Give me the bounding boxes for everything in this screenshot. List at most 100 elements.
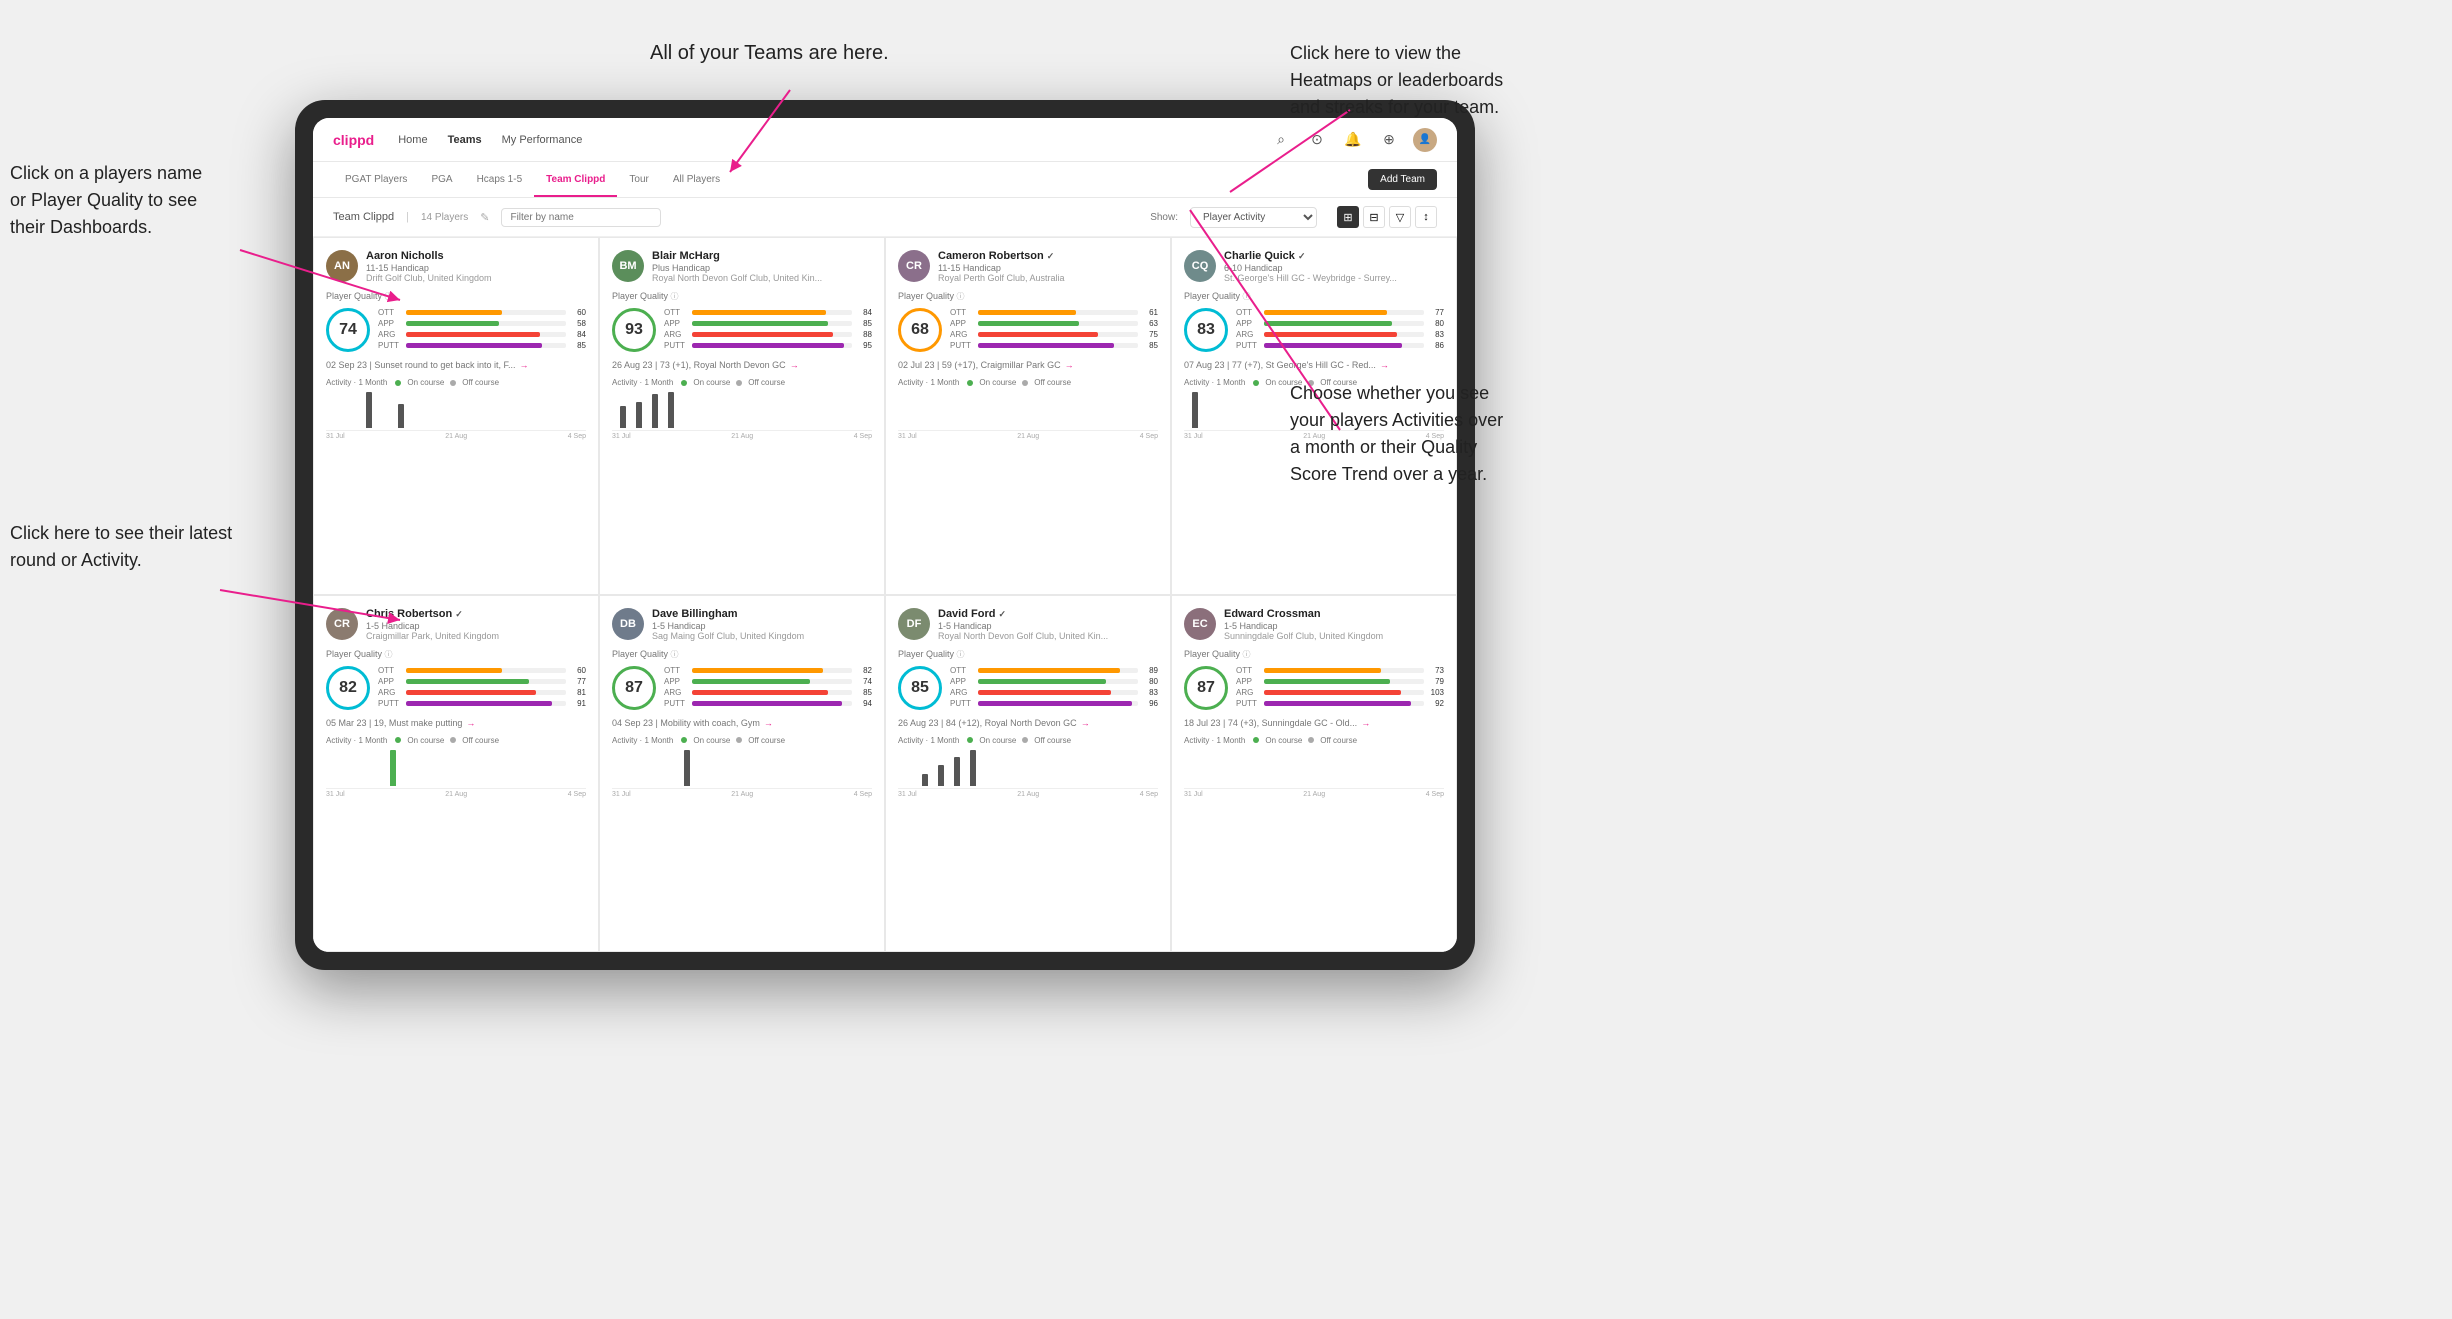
latest-round-arrow: → (466, 718, 475, 728)
chart-labels: 31 Jul21 Aug4 Sep (612, 433, 872, 440)
player-avatar: BM (612, 250, 644, 282)
nav-home[interactable]: Home (398, 134, 427, 146)
filter-button[interactable]: ▽ (1389, 206, 1411, 228)
latest-round[interactable]: 26 Aug 23 | 84 (+12), Royal North Devon … (898, 718, 1158, 728)
activity-legend: On course Off course (1253, 736, 1357, 745)
quality-circle[interactable]: 87 (612, 666, 656, 710)
user-icon[interactable]: ⊙ (1305, 128, 1329, 152)
quality-section[interactable]: 82 OTT 60 APP 77 ARG 81 PUTT 91 (326, 666, 586, 710)
player-club: Sag Maing Golf Club, United Kingdom (652, 631, 872, 641)
tab-pgat-players[interactable]: PGAT Players (333, 163, 419, 197)
activity-header: Activity · 1 Month On course Off course (326, 378, 586, 387)
nav-teams[interactable]: Teams (448, 134, 482, 146)
quality-section[interactable]: 87 OTT 82 APP 74 ARG 85 PUTT 94 (612, 666, 872, 710)
player-card[interactable]: BM Blair McHarg Plus Handicap Royal Nort… (599, 237, 885, 595)
quality-section[interactable]: 68 OTT 61 APP 63 ARG 75 PUTT 85 (898, 308, 1158, 352)
view-icons: ⊞ ⊟ ▽ ↕ (1337, 206, 1437, 228)
tab-tour[interactable]: Tour (617, 163, 660, 197)
player-name[interactable]: Aaron Nicholls (366, 250, 586, 262)
activity-title: Activity · 1 Month (326, 378, 387, 387)
player-name[interactable]: Chris Robertson ✓ (366, 608, 586, 620)
sort-button[interactable]: ↕ (1415, 206, 1437, 228)
player-name[interactable]: Dave Billingham (652, 608, 872, 620)
tab-hcaps[interactable]: Hcaps 1-5 (465, 163, 535, 197)
latest-round[interactable]: 07 Aug 23 | 77 (+7), St George's Hill GC… (1184, 360, 1444, 370)
player-name[interactable]: Blair McHarg (652, 250, 872, 262)
bell-icon[interactable]: 🔔 (1341, 128, 1365, 152)
player-info: Aaron Nicholls 11-15 Handicap Drift Golf… (366, 250, 586, 283)
quality-section[interactable]: 87 OTT 73 APP 79 ARG 103 PUTT 92 (1184, 666, 1444, 710)
player-card[interactable]: DF David Ford ✓ 1-5 Handicap Royal North… (885, 595, 1171, 953)
player-name[interactable]: Edward Crossman (1224, 608, 1444, 620)
player-club: Craigmillar Park, United Kingdom (366, 631, 586, 641)
latest-round-arrow: → (1361, 718, 1370, 728)
latest-round-arrow: → (764, 718, 773, 728)
player-card[interactable]: EC Edward Crossman 1-5 Handicap Sunningd… (1171, 595, 1457, 953)
quality-section[interactable]: 74 OTT 60 APP 58 ARG 84 PUTT 85 (326, 308, 586, 352)
player-name[interactable]: Cameron Robertson ✓ (938, 250, 1158, 262)
activity-header: Activity · 1 Month On course Off course (326, 736, 586, 745)
quality-section[interactable]: 93 OTT 84 APP 85 ARG 88 PUTT 95 (612, 308, 872, 352)
quality-circle[interactable]: 87 (1184, 666, 1228, 710)
tab-all-players[interactable]: All Players (661, 163, 732, 197)
sub-nav: PGAT Players PGA Hcaps 1-5 Team Clippd T… (313, 162, 1457, 198)
quality-section[interactable]: 83 OTT 77 APP 80 ARG 83 PUTT 86 (1184, 308, 1444, 352)
player-card[interactable]: DB Dave Billingham 1-5 Handicap Sag Main… (599, 595, 885, 953)
oncourse-dot (967, 737, 973, 743)
show-select[interactable]: Player Activity Quality Score Trend (1190, 207, 1317, 228)
player-info: Charlie Quick ✓ 6-10 Handicap St. George… (1224, 250, 1444, 283)
player-avatar: CR (326, 608, 358, 640)
latest-round[interactable]: 18 Jul 23 | 74 (+3), Sunningdale GC - Ol… (1184, 718, 1444, 728)
latest-round[interactable]: 02 Sep 23 | Sunset round to get back int… (326, 360, 586, 370)
player-card[interactable]: AN Aaron Nicholls 11-15 Handicap Drift G… (313, 237, 599, 595)
nav-icons: ⌕ ⊙ 🔔 ⊕ 👤 (1269, 128, 1437, 152)
list-view-button[interactable]: ⊟ (1363, 206, 1385, 228)
player-info: Dave Billingham 1-5 Handicap Sag Maing G… (652, 608, 872, 641)
edit-icon[interactable]: ✎ (480, 211, 489, 224)
tab-pga[interactable]: PGA (419, 163, 464, 197)
tab-team-clippd[interactable]: Team Clippd (534, 163, 617, 197)
avatar[interactable]: 👤 (1413, 128, 1437, 152)
offcourse-dot (450, 737, 456, 743)
offcourse-dot (450, 380, 456, 386)
quality-circle[interactable]: 68 (898, 308, 942, 352)
player-avatar: EC (1184, 608, 1216, 640)
stats-bars: OTT 77 APP 80 ARG 83 PUTT 86 (1236, 308, 1444, 352)
grid-view-button[interactable]: ⊞ (1337, 206, 1359, 228)
add-team-button[interactable]: Add Team (1368, 169, 1437, 190)
activity-title: Activity · 1 Month (898, 736, 959, 745)
quality-circle[interactable]: 85 (898, 666, 942, 710)
quality-circle[interactable]: 93 (612, 308, 656, 352)
activity-section: Activity · 1 Month On course Off course … (898, 736, 1158, 798)
app-logo: clippd (333, 132, 374, 148)
player-name[interactable]: David Ford ✓ (938, 608, 1158, 620)
quality-label: Player Quality ⓘ (1184, 649, 1444, 660)
player-name[interactable]: Charlie Quick ✓ (1224, 250, 1444, 262)
quality-circle[interactable]: 74 (326, 308, 370, 352)
quality-section[interactable]: 85 OTT 89 APP 80 ARG 83 PUTT 96 (898, 666, 1158, 710)
latest-round[interactable]: 05 Mar 23 | 19, Must make putting → (326, 718, 586, 728)
callout-player-name: Click on a players nameor Player Quality… (10, 160, 202, 241)
player-avatar: DF (898, 608, 930, 640)
player-header: DB Dave Billingham 1-5 Handicap Sag Main… (612, 608, 872, 641)
quality-circle[interactable]: 82 (326, 666, 370, 710)
player-card[interactable]: CR Chris Robertson ✓ 1-5 Handicap Craigm… (313, 595, 599, 953)
activity-legend: On course Off course (681, 378, 785, 387)
quality-label: Player Quality ⓘ (326, 649, 586, 660)
player-card[interactable]: CR Cameron Robertson ✓ 11-15 Handicap Ro… (885, 237, 1171, 595)
search-icon[interactable]: ⌕ (1269, 128, 1293, 152)
circle-icon[interactable]: ⊕ (1377, 128, 1401, 152)
activity-legend: On course Off course (395, 378, 499, 387)
latest-round[interactable]: 26 Aug 23 | 73 (+1), Royal North Devon G… (612, 360, 872, 370)
chart-labels: 31 Jul21 Aug4 Sep (326, 791, 586, 798)
player-info: Blair McHarg Plus Handicap Royal North D… (652, 250, 872, 283)
quality-circle[interactable]: 83 (1184, 308, 1228, 352)
latest-round[interactable]: 04 Sep 23 | Mobility with coach, Gym → (612, 718, 872, 728)
nav-performance[interactable]: My Performance (502, 134, 583, 146)
latest-round[interactable]: 02 Jul 23 | 59 (+17), Craigmillar Park G… (898, 360, 1158, 370)
player-handicap: Plus Handicap (652, 263, 872, 273)
activity-title: Activity · 1 Month (612, 736, 673, 745)
filter-input[interactable] (501, 208, 661, 227)
offcourse-dot (1308, 737, 1314, 743)
latest-round-arrow: → (519, 360, 528, 370)
